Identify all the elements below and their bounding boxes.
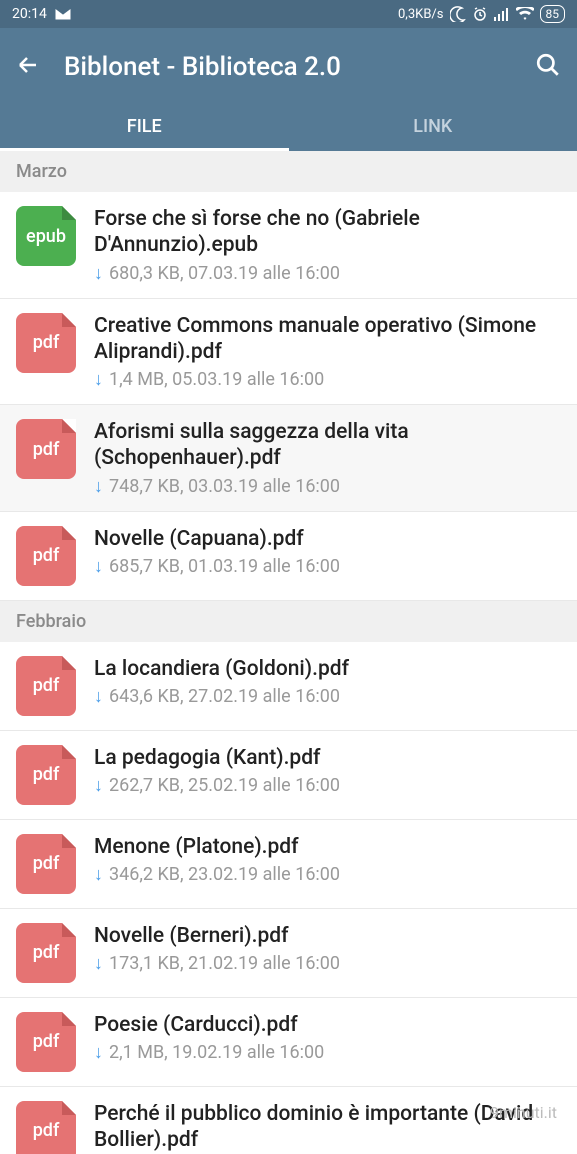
file-name: Novelle (Berneri).pdf bbox=[94, 923, 561, 949]
section-header: Febbraio bbox=[0, 601, 577, 642]
file-item[interactable]: pdf Creative Commons manuale operativo (S… bbox=[0, 299, 577, 406]
file-item[interactable]: pdf Menone (Platone).pdf ↓346,2 KB, 23.02.… bbox=[0, 820, 577, 909]
file-name: Creative Commons manuale operativo (Simo… bbox=[94, 313, 561, 366]
battery-icon: 85 bbox=[540, 5, 566, 23]
mail-icon bbox=[55, 8, 71, 20]
download-icon: ↓ bbox=[94, 775, 103, 796]
file-item[interactable]: pdf Aforismi sulla saggezza della vita (S… bbox=[0, 405, 577, 512]
file-item[interactable]: pdf La pedagogia (Kant).pdf ↓262,7 KB, 25.… bbox=[0, 731, 577, 820]
file-name: Forse che sì forse che no (Gabriele D'An… bbox=[94, 206, 561, 259]
file-item[interactable]: pdf Novelle (Capuana).pdf ↓685,7 KB, 01.03… bbox=[0, 512, 577, 601]
search-button[interactable] bbox=[535, 52, 561, 82]
status-time: 20:14 bbox=[12, 6, 47, 22]
file-list: Marzo epub Forse che sì forse che no (Gabr… bbox=[0, 151, 577, 1154]
file-item[interactable]: epub Forse che sì forse che no (Gabriele … bbox=[0, 192, 577, 299]
file-meta: ↓685,7 KB, 01.03.19 alle 16:00 bbox=[94, 556, 561, 577]
app-header: Biblonet - Biblioteca 2.0 bbox=[0, 28, 577, 100]
pdf-file-icon: pdf bbox=[16, 745, 76, 805]
tabs: FILE LINK bbox=[0, 100, 577, 151]
back-button[interactable] bbox=[16, 53, 40, 81]
status-data-rate: 0,3KB/s bbox=[398, 7, 444, 22]
file-meta: ↓680,3 KB, 07.03.19 alle 16:00 bbox=[94, 263, 561, 284]
tab-file[interactable]: FILE bbox=[0, 100, 289, 151]
pdf-file-icon: pdf bbox=[16, 1101, 76, 1154]
download-icon: ↓ bbox=[94, 476, 103, 497]
download-icon: ↓ bbox=[94, 263, 103, 284]
file-item[interactable]: pdf Poesie (Carducci).pdf ↓2,1 MB, 19.02.1… bbox=[0, 998, 577, 1087]
file-meta: ↓346,2 KB, 23.02.19 alle 16:00 bbox=[94, 864, 561, 885]
file-name: Novelle (Capuana).pdf bbox=[94, 526, 561, 552]
watermark: 9minuti.it bbox=[490, 1103, 557, 1122]
download-icon: ↓ bbox=[94, 369, 103, 390]
file-meta: ↓1,4 MB, 05.03.19 alle 16:00 bbox=[94, 369, 561, 390]
epub-file-icon: epub bbox=[16, 206, 76, 266]
file-item[interactable]: pdf La locandiera (Goldoni).pdf ↓643,6 KB,… bbox=[0, 642, 577, 731]
file-item[interactable]: pdf Novelle (Berneri).pdf ↓173,1 KB, 21.02… bbox=[0, 909, 577, 998]
tab-link[interactable]: LINK bbox=[289, 100, 577, 151]
pdf-file-icon: pdf bbox=[16, 1012, 76, 1072]
pdf-file-icon: pdf bbox=[16, 313, 76, 373]
file-name: Poesie (Carducci).pdf bbox=[94, 1012, 561, 1038]
section-header: Marzo bbox=[0, 151, 577, 192]
download-icon: ↓ bbox=[94, 953, 103, 974]
pdf-file-icon: pdf bbox=[16, 419, 76, 479]
file-name: Menone (Platone).pdf bbox=[94, 834, 561, 860]
signal-icon bbox=[494, 7, 510, 21]
file-meta: ↓748,7 KB, 03.03.19 alle 16:00 bbox=[94, 476, 561, 497]
file-meta: ↓643,6 KB, 27.02.19 alle 16:00 bbox=[94, 686, 561, 707]
wifi-icon bbox=[516, 7, 534, 21]
download-icon: ↓ bbox=[94, 556, 103, 577]
file-name: La pedagogia (Kant).pdf bbox=[94, 745, 561, 771]
pdf-file-icon: pdf bbox=[16, 923, 76, 983]
moon-icon bbox=[450, 6, 466, 22]
file-meta: ↓2,1 MB, 19.02.19 alle 16:00 bbox=[94, 1042, 561, 1063]
pdf-file-icon: pdf bbox=[16, 834, 76, 894]
download-icon: ↓ bbox=[94, 686, 103, 707]
download-icon: ↓ bbox=[94, 864, 103, 885]
file-name: Aforismi sulla saggezza della vita (Scho… bbox=[94, 419, 561, 472]
file-name: La locandiera (Goldoni).pdf bbox=[94, 656, 561, 682]
download-icon: ↓ bbox=[94, 1042, 103, 1063]
file-meta: ↓173,1 KB, 21.02.19 alle 16:00 bbox=[94, 953, 561, 974]
file-meta: ↓262,7 KB, 25.02.19 alle 16:00 bbox=[94, 775, 561, 796]
status-bar: 20:14 0,3KB/s 85 bbox=[0, 0, 577, 28]
alarm-icon bbox=[472, 6, 488, 22]
page-title: Biblonet - Biblioteca 2.0 bbox=[64, 52, 511, 82]
pdf-file-icon: pdf bbox=[16, 656, 76, 716]
pdf-file-icon: pdf bbox=[16, 526, 76, 586]
